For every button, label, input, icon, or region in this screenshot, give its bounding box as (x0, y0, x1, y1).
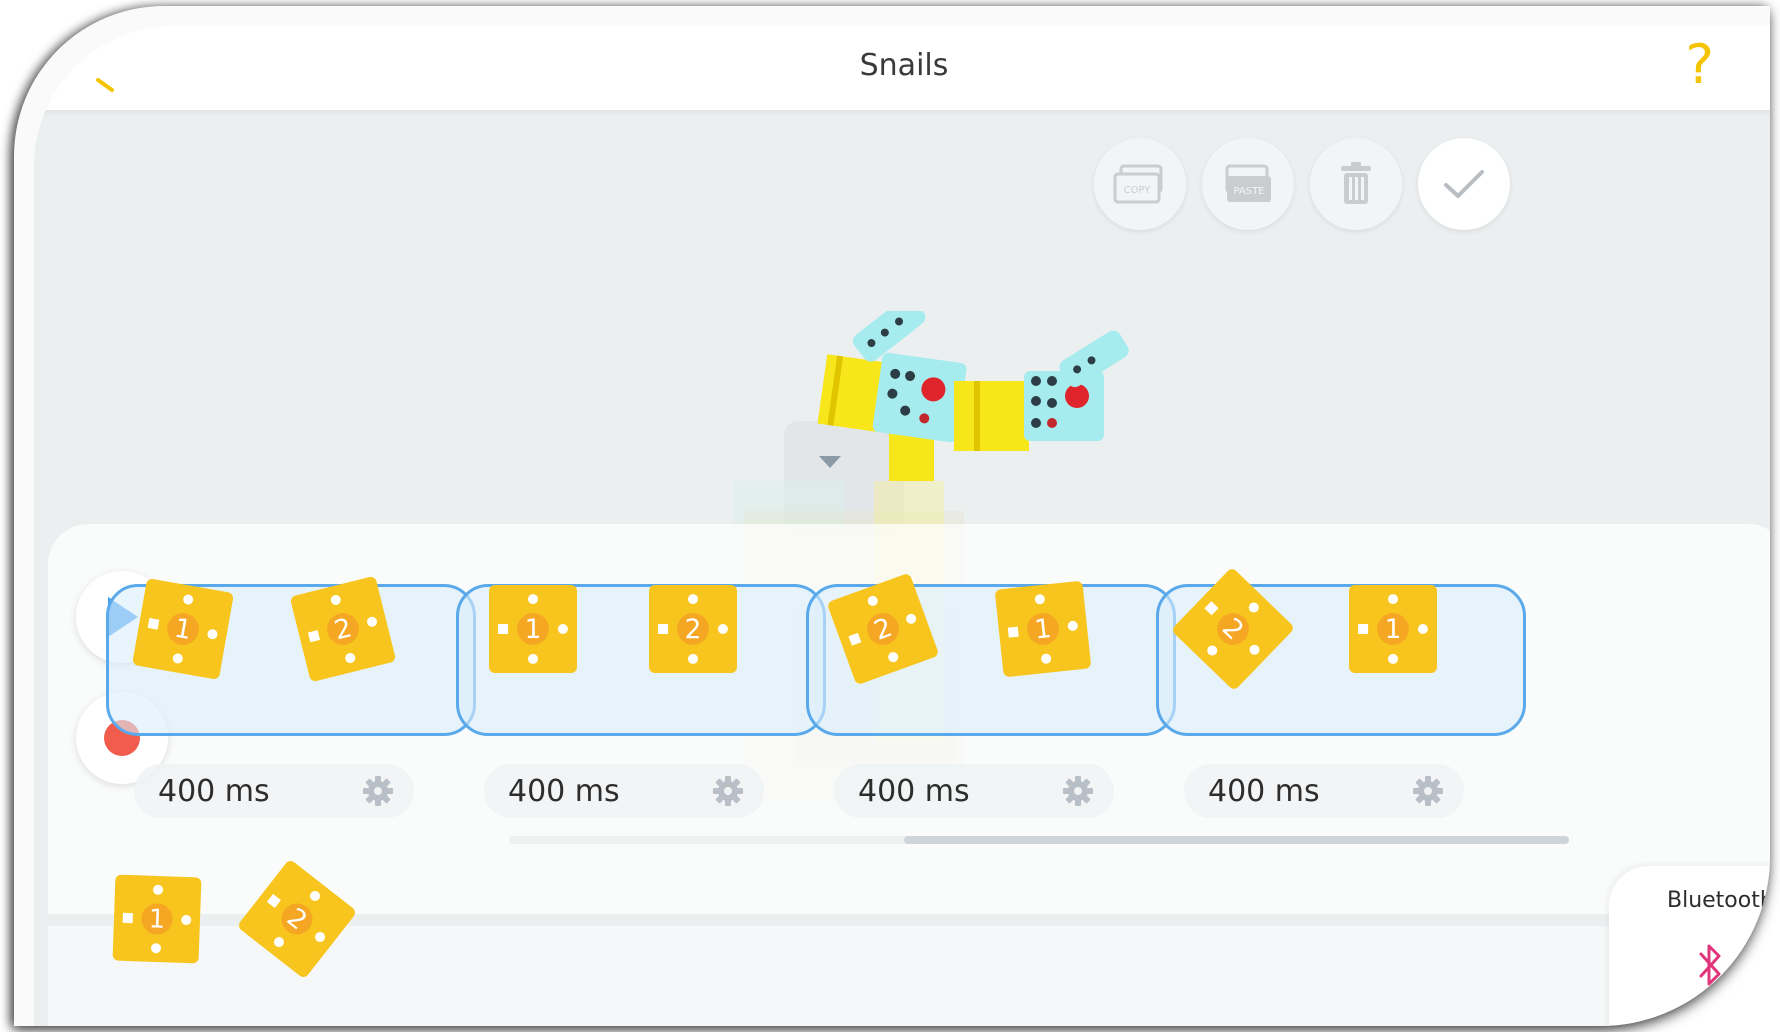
copy-label: COPY (1124, 185, 1152, 196)
frame-tile-number: 1 (525, 614, 542, 645)
frame-tile-number: 2 (685, 614, 702, 645)
frame-tile-1[interactable]: 1 (119, 565, 247, 697)
page-title: Snails (859, 48, 949, 83)
duration-control[interactable]: 400 ms (134, 764, 414, 818)
frame-tile-2[interactable]: 2 (819, 565, 947, 697)
bluetooth-panel[interactable]: Bluetooth (1609, 866, 1770, 1026)
frame-tile-2[interactable]: 2 (279, 565, 407, 697)
duration-control[interactable]: 400 ms (1184, 764, 1464, 818)
timeline-frame[interactable]: 21 (806, 574, 1176, 736)
frame-tile-1[interactable]: 1 (469, 565, 597, 697)
frame-tile-2[interactable]: 2 (629, 565, 757, 697)
gear-icon[interactable] (362, 775, 394, 807)
copy-icon: COPY (1113, 164, 1163, 204)
duration-control[interactable]: 400 ms (834, 764, 1114, 818)
duration-value[interactable]: 400 ms (508, 774, 620, 809)
gear-icon[interactable] (1412, 775, 1444, 807)
device-frame: Snails ? COPY PASTE 1 2 400 ms 1 2 400 m… (14, 6, 1770, 1026)
paste-label: PASTE (1233, 186, 1264, 197)
duration-value[interactable]: 400 ms (158, 774, 270, 809)
duration-value[interactable]: 400 ms (858, 774, 970, 809)
palette-tile-number: 1 (148, 904, 165, 935)
frame-tile-1[interactable]: 1 (979, 565, 1107, 697)
palette-tile-1[interactable]: 1 (94, 856, 220, 986)
duration-value[interactable]: 400 ms (1208, 774, 1320, 809)
frame-tile-1[interactable]: 1 (1329, 565, 1457, 697)
palette-tile-2[interactable]: 2 (234, 856, 360, 986)
paste-icon: PASTE (1225, 164, 1271, 202)
timeline-scrollbar-thumb[interactable] (904, 836, 1569, 844)
delete-button[interactable] (1310, 138, 1402, 230)
check-icon (1444, 170, 1484, 198)
top-bar: Snails ? (34, 26, 1770, 110)
timeline-frame[interactable]: 12 (456, 584, 826, 736)
frame-tile-2[interactable]: 2 (1169, 565, 1297, 697)
bluetooth-icon[interactable] (1697, 940, 1725, 990)
trash-icon (1341, 162, 1371, 204)
timeline-frame[interactable]: 12 (106, 576, 476, 736)
bluetooth-label: Bluetooth (1667, 888, 1770, 913)
app-screen: Snails ? COPY PASTE 1 2 400 ms 1 2 400 m… (34, 26, 1770, 1026)
gear-icon[interactable] (1062, 775, 1094, 807)
duration-control[interactable]: 400 ms (484, 764, 764, 818)
confirm-button[interactable] (1418, 138, 1510, 230)
gear-icon[interactable] (712, 775, 744, 807)
timeline-frame[interactable]: 21 (1156, 569, 1526, 736)
frame-tile-number: 1 (1385, 614, 1402, 645)
copy-button[interactable]: COPY (1094, 138, 1186, 230)
paste-button[interactable]: PASTE (1202, 138, 1294, 230)
help-button[interactable]: ? (1685, 38, 1714, 92)
frame-tile-number: 1 (1033, 613, 1053, 646)
